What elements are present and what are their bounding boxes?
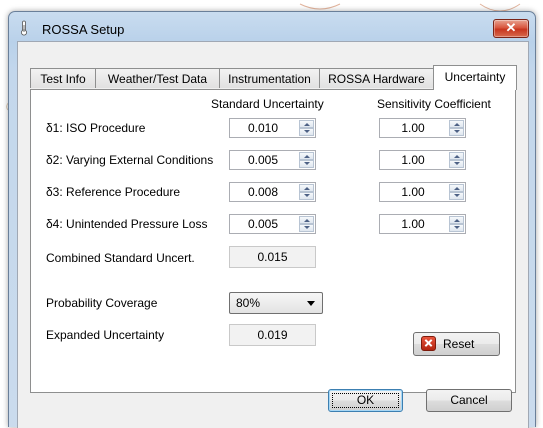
spin-down-icon[interactable] [299, 224, 314, 232]
sensitivity-value: 1.00 [401, 217, 425, 231]
sensitivity-value: 1.00 [401, 185, 425, 199]
tab-instrumentation[interactable]: Instrumentation [219, 68, 320, 88]
tab-test-info[interactable]: Test Info [30, 68, 96, 88]
spin-up-icon[interactable] [299, 184, 314, 192]
sensitivity-coefficient-header: Sensitivity Coefficient [377, 97, 491, 111]
std-uncertainty-value: 0.005 [247, 217, 279, 231]
spin-up-icon[interactable] [449, 120, 464, 128]
spinner-arrows[interactable] [449, 120, 464, 136]
spinner-arrows[interactable] [299, 152, 314, 168]
spin-down-icon[interactable] [449, 192, 464, 200]
spin-up-icon[interactable] [449, 184, 464, 192]
tab-rossa-hardware[interactable]: ROSSA Hardware [319, 68, 434, 88]
spinner-arrows[interactable] [449, 216, 464, 232]
spinner-arrows[interactable] [299, 120, 314, 136]
row-label-delta1: δ1: ISO Procedure [46, 121, 146, 135]
spin-down-icon[interactable] [449, 128, 464, 136]
close-button[interactable]: ✕ [493, 19, 529, 38]
focus-rect [332, 393, 399, 408]
spin-down-icon[interactable] [299, 128, 314, 136]
tab-uncertainty[interactable]: Uncertainty [433, 65, 517, 90]
cancel-button[interactable]: Cancel [426, 389, 512, 412]
expanded-uncertainty-value: 0.019 [229, 324, 316, 346]
std-uncertainty-delta1[interactable]: 0.010 [229, 118, 316, 138]
std-uncertainty-delta4[interactable]: 0.005 [229, 214, 316, 234]
dialog-window: ROSSA Setup ✕ Test Info Weather/Test Dat… [8, 11, 536, 428]
uncertainty-panel: Standard Uncertainty Sensitivity Coeffic… [30, 89, 516, 393]
row-label-delta3: δ3: Reference Procedure [46, 185, 181, 199]
tab-weather-test-data[interactable]: Weather/Test Data [95, 68, 220, 88]
spin-up-icon[interactable] [299, 216, 314, 224]
expanded-uncertainty-label: Expanded Uncertainty [46, 328, 165, 342]
spin-up-icon[interactable] [299, 152, 314, 160]
std-uncertainty-delta2[interactable]: 0.005 [229, 150, 316, 170]
sensitivity-delta1[interactable]: 1.00 [379, 118, 466, 138]
probability-coverage-select[interactable]: 80% [229, 292, 323, 314]
sensitivity-value: 1.00 [401, 153, 425, 167]
sensitivity-delta3[interactable]: 1.00 [379, 182, 466, 202]
window-title: ROSSA Setup [42, 22, 125, 37]
spin-down-icon[interactable] [299, 160, 314, 168]
spin-up-icon[interactable] [449, 152, 464, 160]
dialog-body: Test Info Weather/Test Data Instrumentat… [17, 41, 529, 428]
spin-down-icon[interactable] [449, 224, 464, 232]
combined-uncertainty-value: 0.015 [229, 246, 316, 268]
row-label-delta2: δ2: Varying External Conditions [46, 153, 214, 167]
sensitivity-delta4[interactable]: 1.00 [379, 214, 466, 234]
spinner-arrows[interactable] [299, 184, 314, 200]
std-uncertainty-value: 0.008 [247, 185, 279, 199]
reset-button[interactable]: Reset [413, 332, 500, 356]
sensitivity-value: 1.00 [401, 121, 425, 135]
sensitivity-delta2[interactable]: 1.00 [379, 150, 466, 170]
spinner-arrows[interactable] [299, 216, 314, 232]
std-uncertainty-value: 0.005 [247, 153, 279, 167]
standard-uncertainty-header: Standard Uncertainty [211, 97, 324, 111]
title-bar[interactable]: ROSSA Setup ✕ [9, 12, 535, 41]
std-uncertainty-delta3[interactable]: 0.008 [229, 182, 316, 202]
spinner-arrows[interactable] [449, 152, 464, 168]
spin-down-icon[interactable] [449, 160, 464, 168]
spin-up-icon[interactable] [449, 216, 464, 224]
reset-x-icon [421, 336, 436, 351]
reset-button-label: Reset [443, 337, 475, 351]
probability-coverage-value: 80% [236, 296, 261, 310]
close-icon: ✕ [505, 20, 517, 35]
chevron-down-icon [307, 301, 315, 306]
thermometer-icon [21, 20, 27, 36]
std-uncertainty-value: 0.010 [247, 121, 279, 135]
combined-uncertainty-label: Combined Standard Uncert. [46, 251, 195, 265]
spin-up-icon[interactable] [299, 120, 314, 128]
ok-button[interactable]: OK [328, 389, 403, 412]
row-label-delta4: δ4: Unintended Pressure Loss [46, 217, 208, 231]
spin-down-icon[interactable] [299, 192, 314, 200]
probability-coverage-label: Probability Coverage [46, 296, 158, 310]
spinner-arrows[interactable] [449, 184, 464, 200]
